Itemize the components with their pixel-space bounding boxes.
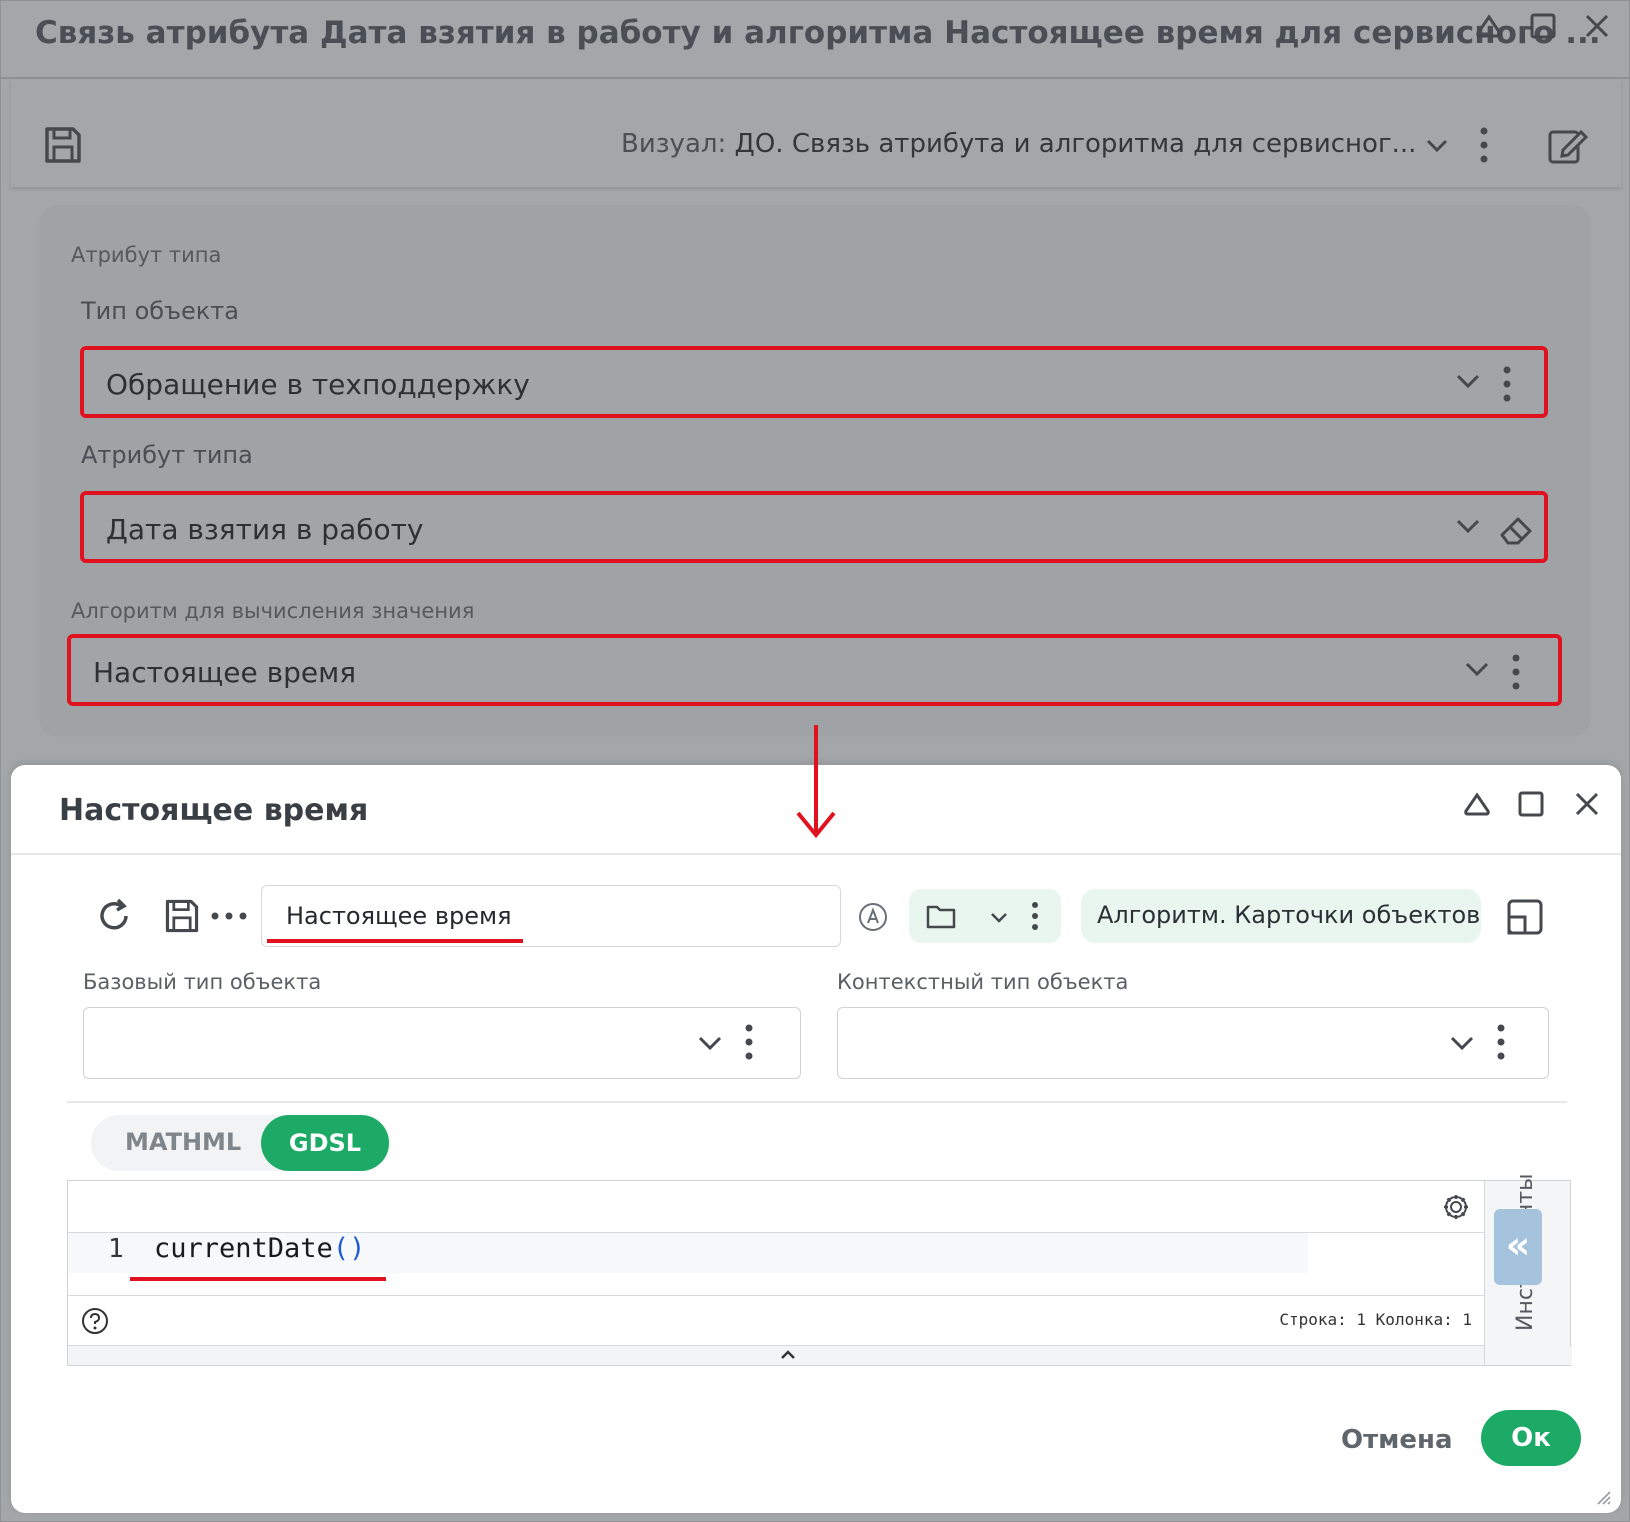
code-function: currentDate	[154, 1233, 333, 1264]
dialog-title: Настоящее время	[59, 793, 369, 828]
kebab-menu-icon[interactable]	[1469, 123, 1499, 167]
chevron-down-icon[interactable]	[1419, 127, 1455, 163]
tab-gdsl[interactable]: GDSL	[261, 1115, 389, 1171]
section-divider	[67, 1101, 1567, 1103]
base-type-label: Базовый тип объекта	[83, 970, 322, 994]
editor-expand-bar[interactable]	[68, 1345, 1572, 1365]
ok-button[interactable]: Ок	[1481, 1410, 1581, 1466]
dialog-divider	[11, 853, 1621, 855]
close-icon[interactable]	[1567, 787, 1607, 827]
outer-window-title: Связь атрибута Дата взятия в работу и ал…	[35, 15, 1601, 51]
attribute-label: Атрибут типа	[81, 441, 253, 469]
refresh-icon[interactable]	[91, 893, 137, 939]
algorithm-field[interactable]: Настоящее время	[67, 634, 1562, 706]
attribute-value: Дата взятия в работу	[106, 513, 424, 546]
collapse-panel-icon[interactable]: «	[1494, 1209, 1542, 1285]
minimize-icon[interactable]	[1469, 9, 1509, 49]
resize-grip-icon[interactable]	[1593, 1487, 1613, 1507]
base-type-select[interactable]	[83, 1007, 801, 1079]
section-label: Атрибут типа	[71, 243, 222, 267]
settings-icon[interactable]	[1440, 1191, 1472, 1223]
arrow-down-icon	[796, 725, 836, 839]
code-line[interactable]: currentDate()	[154, 1233, 365, 1264]
outer-titlebar: Связь атрибута Дата взятия в работу и ал…	[1, 1, 1630, 79]
maximize-icon[interactable]	[1523, 9, 1563, 49]
cursor-position: Строка: 1 Колонка: 1	[1279, 1310, 1472, 1329]
folder-icon	[925, 900, 957, 932]
chevron-down-icon[interactable]	[1446, 1026, 1482, 1062]
algorithm-category-chip[interactable]: Алгоритм. Карточки объектов	[1081, 889, 1481, 943]
close-icon[interactable]	[1577, 9, 1617, 49]
visual-label: Визуал:	[621, 129, 727, 159]
kebab-menu-icon[interactable]	[1496, 1022, 1526, 1066]
tab-mathml[interactable]: MATHML	[125, 1128, 241, 1156]
algorithm-category-label: Алгоритм. Карточки объектов	[1097, 901, 1481, 929]
chevron-down-icon[interactable]	[1461, 652, 1497, 688]
minimize-icon[interactable]	[1457, 787, 1497, 827]
chevron-down-icon[interactable]	[985, 903, 1013, 931]
code-parens: ()	[332, 1233, 366, 1264]
object-type-value: Обращение в техподдержку	[106, 368, 530, 401]
algorithm-name-input[interactable]: Настоящее время	[261, 885, 841, 947]
context-type-select[interactable]	[837, 1007, 1549, 1079]
visual-value: ДО. Связь атрибута и алгоритма для серви…	[734, 129, 1417, 159]
edit-icon[interactable]	[1543, 121, 1591, 169]
folder-selector[interactable]	[909, 889, 1061, 943]
attribute-field[interactable]: Дата взятия в работу	[80, 491, 1548, 563]
cancel-button[interactable]: Отмена	[1341, 1425, 1453, 1455]
object-type-label: Тип объекта	[81, 297, 239, 325]
highlight-underline	[267, 939, 523, 943]
auto-icon[interactable]	[857, 901, 889, 933]
algorithm-dialog: Настоящее время Настоящее время Алгоритм	[11, 765, 1621, 1513]
kebab-menu-icon[interactable]	[1502, 364, 1532, 404]
algorithm-label: Алгоритм для вычисления значения	[71, 599, 475, 623]
chevron-down-icon[interactable]	[1452, 364, 1488, 400]
help-icon[interactable]	[80, 1306, 110, 1336]
chevron-up-icon[interactable]	[776, 1346, 800, 1364]
language-toggle: MATHML GDSL	[91, 1115, 391, 1171]
eraser-icon[interactable]	[1496, 509, 1536, 549]
code-editor[interactable]: 1 currentDate() Строка: 1 Колонка: 1 Инс…	[67, 1174, 1572, 1366]
chevron-down-icon[interactable]	[694, 1026, 730, 1062]
kebab-menu-icon[interactable]	[1511, 652, 1541, 692]
editor-status-bar: Строка: 1 Колонка: 1	[68, 1295, 1484, 1345]
object-type-field[interactable]: Обращение в техподдержку	[80, 346, 1548, 418]
editor-topbar	[68, 1181, 1484, 1233]
save-icon[interactable]	[159, 893, 205, 939]
kebab-menu-icon[interactable]	[744, 1022, 774, 1066]
context-type-label: Контекстный тип объекта	[837, 970, 1129, 994]
line-number: 1	[108, 1234, 124, 1264]
chevron-down-icon[interactable]	[1452, 509, 1488, 545]
maximize-icon[interactable]	[1511, 787, 1551, 827]
layout-icon[interactable]	[1503, 895, 1547, 939]
more-horizontal-icon[interactable]	[207, 901, 251, 931]
visual-selector[interactable]: Визуал: ДО. Связь атрибута и алгоритма д…	[621, 129, 1416, 159]
kebab-menu-icon[interactable]	[1025, 898, 1045, 934]
algorithm-name-value: Настоящее время	[286, 902, 512, 930]
save-icon[interactable]	[39, 121, 87, 169]
highlight-underline	[130, 1277, 386, 1281]
algorithm-value: Настоящее время	[93, 656, 357, 689]
